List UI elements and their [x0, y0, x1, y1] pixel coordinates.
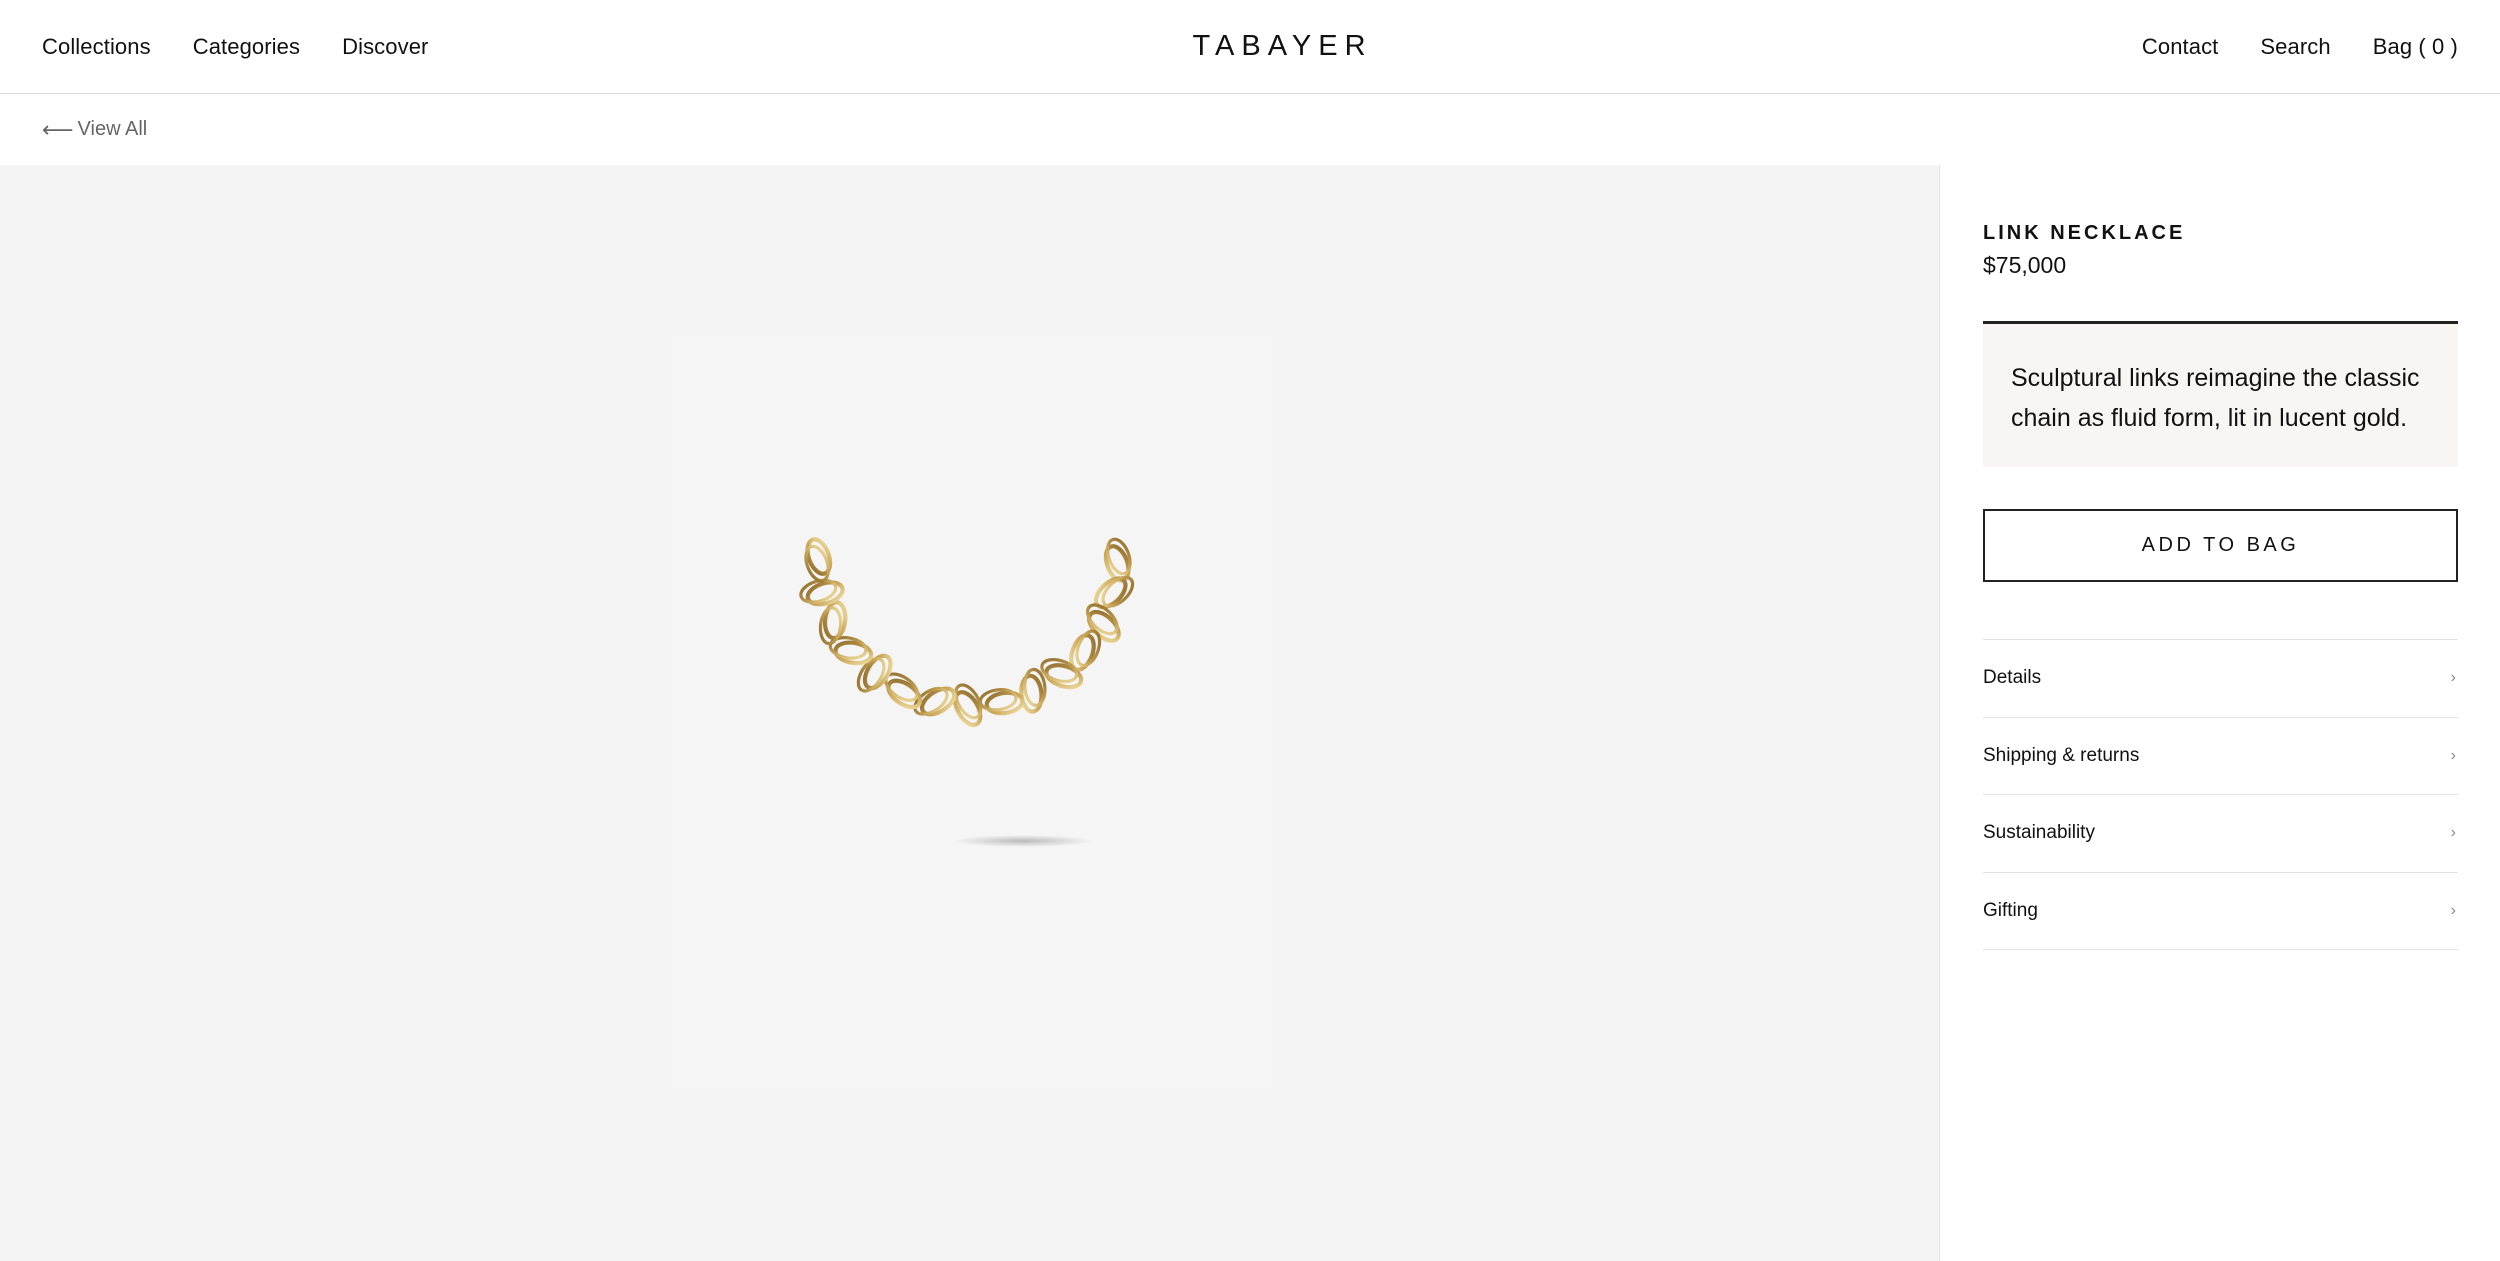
accordion-label: Shipping & returns [1983, 744, 2140, 766]
arrow-left-icon: ⟵ [42, 116, 74, 142]
chain-link [822, 600, 848, 641]
necklace-illustration [799, 537, 1135, 847]
chain-link [1023, 667, 1047, 707]
view-all-link[interactable]: ⟵ View All [42, 94, 147, 165]
accordion-details[interactable]: Details › [1983, 640, 2458, 718]
nav-discover[interactable]: Discover [342, 34, 428, 60]
view-all-label: View All [77, 118, 148, 140]
nav-categories[interactable]: Categories [193, 34, 300, 60]
primary-nav: Collections Categories Discover [42, 0, 428, 93]
product-image[interactable] [668, 335, 1272, 1087]
chain-links [799, 537, 1135, 728]
accordion-shipping-returns[interactable]: Shipping & returns › [1983, 718, 2458, 795]
accordion-label: Details [1983, 667, 2042, 689]
nav-bag[interactable]: Bag ( 0 ) [2373, 34, 2458, 60]
accordion-gifting[interactable]: Gifting › [1983, 873, 2458, 950]
product-name: LINK NECKLACE [1983, 222, 2186, 244]
chain-link [954, 683, 983, 720]
product-gallery [0, 165, 1940, 1261]
chain-link [856, 657, 886, 693]
accordion-label: Sustainability [1983, 822, 2095, 844]
accordion-label: Gifting [1983, 899, 2038, 921]
utility-nav: Contact Search Bag ( 0 ) [2142, 0, 2458, 93]
chain-link [1101, 575, 1135, 608]
sub-navigation-bar: ⟵ View All [0, 94, 2500, 165]
chevron-right-icon: › [2450, 746, 2456, 764]
nav-search[interactable]: Search [2260, 34, 2330, 60]
nav-collections[interactable]: Collections [42, 34, 151, 60]
chain-link [1075, 629, 1102, 668]
add-to-bag-button[interactable]: ADD TO BAG [1983, 509, 2458, 582]
chevron-right-icon: › [2450, 901, 2456, 919]
chevron-right-icon: › [2450, 824, 2456, 842]
chain-link [978, 688, 1018, 712]
chain-link [984, 690, 1025, 716]
chevron-right-icon: › [2450, 669, 2456, 687]
site-header: Collections Categories Discover TABAYER … [0, 0, 2500, 94]
product-description: Sculptural links reimagine the classic c… [1983, 321, 2458, 467]
product-info-accordion: Details › Shipping & returns › Sustainab… [1983, 639, 2458, 950]
product-price: $75,000 [1983, 252, 2067, 278]
nav-contact[interactable]: Contact [2142, 34, 2219, 60]
necklace-shadow [953, 835, 1093, 847]
chain-link [1019, 673, 1044, 714]
accordion-sustainability[interactable]: Sustainability › [1983, 795, 2458, 873]
brand-logo[interactable]: TABAYER [1192, 30, 1372, 63]
